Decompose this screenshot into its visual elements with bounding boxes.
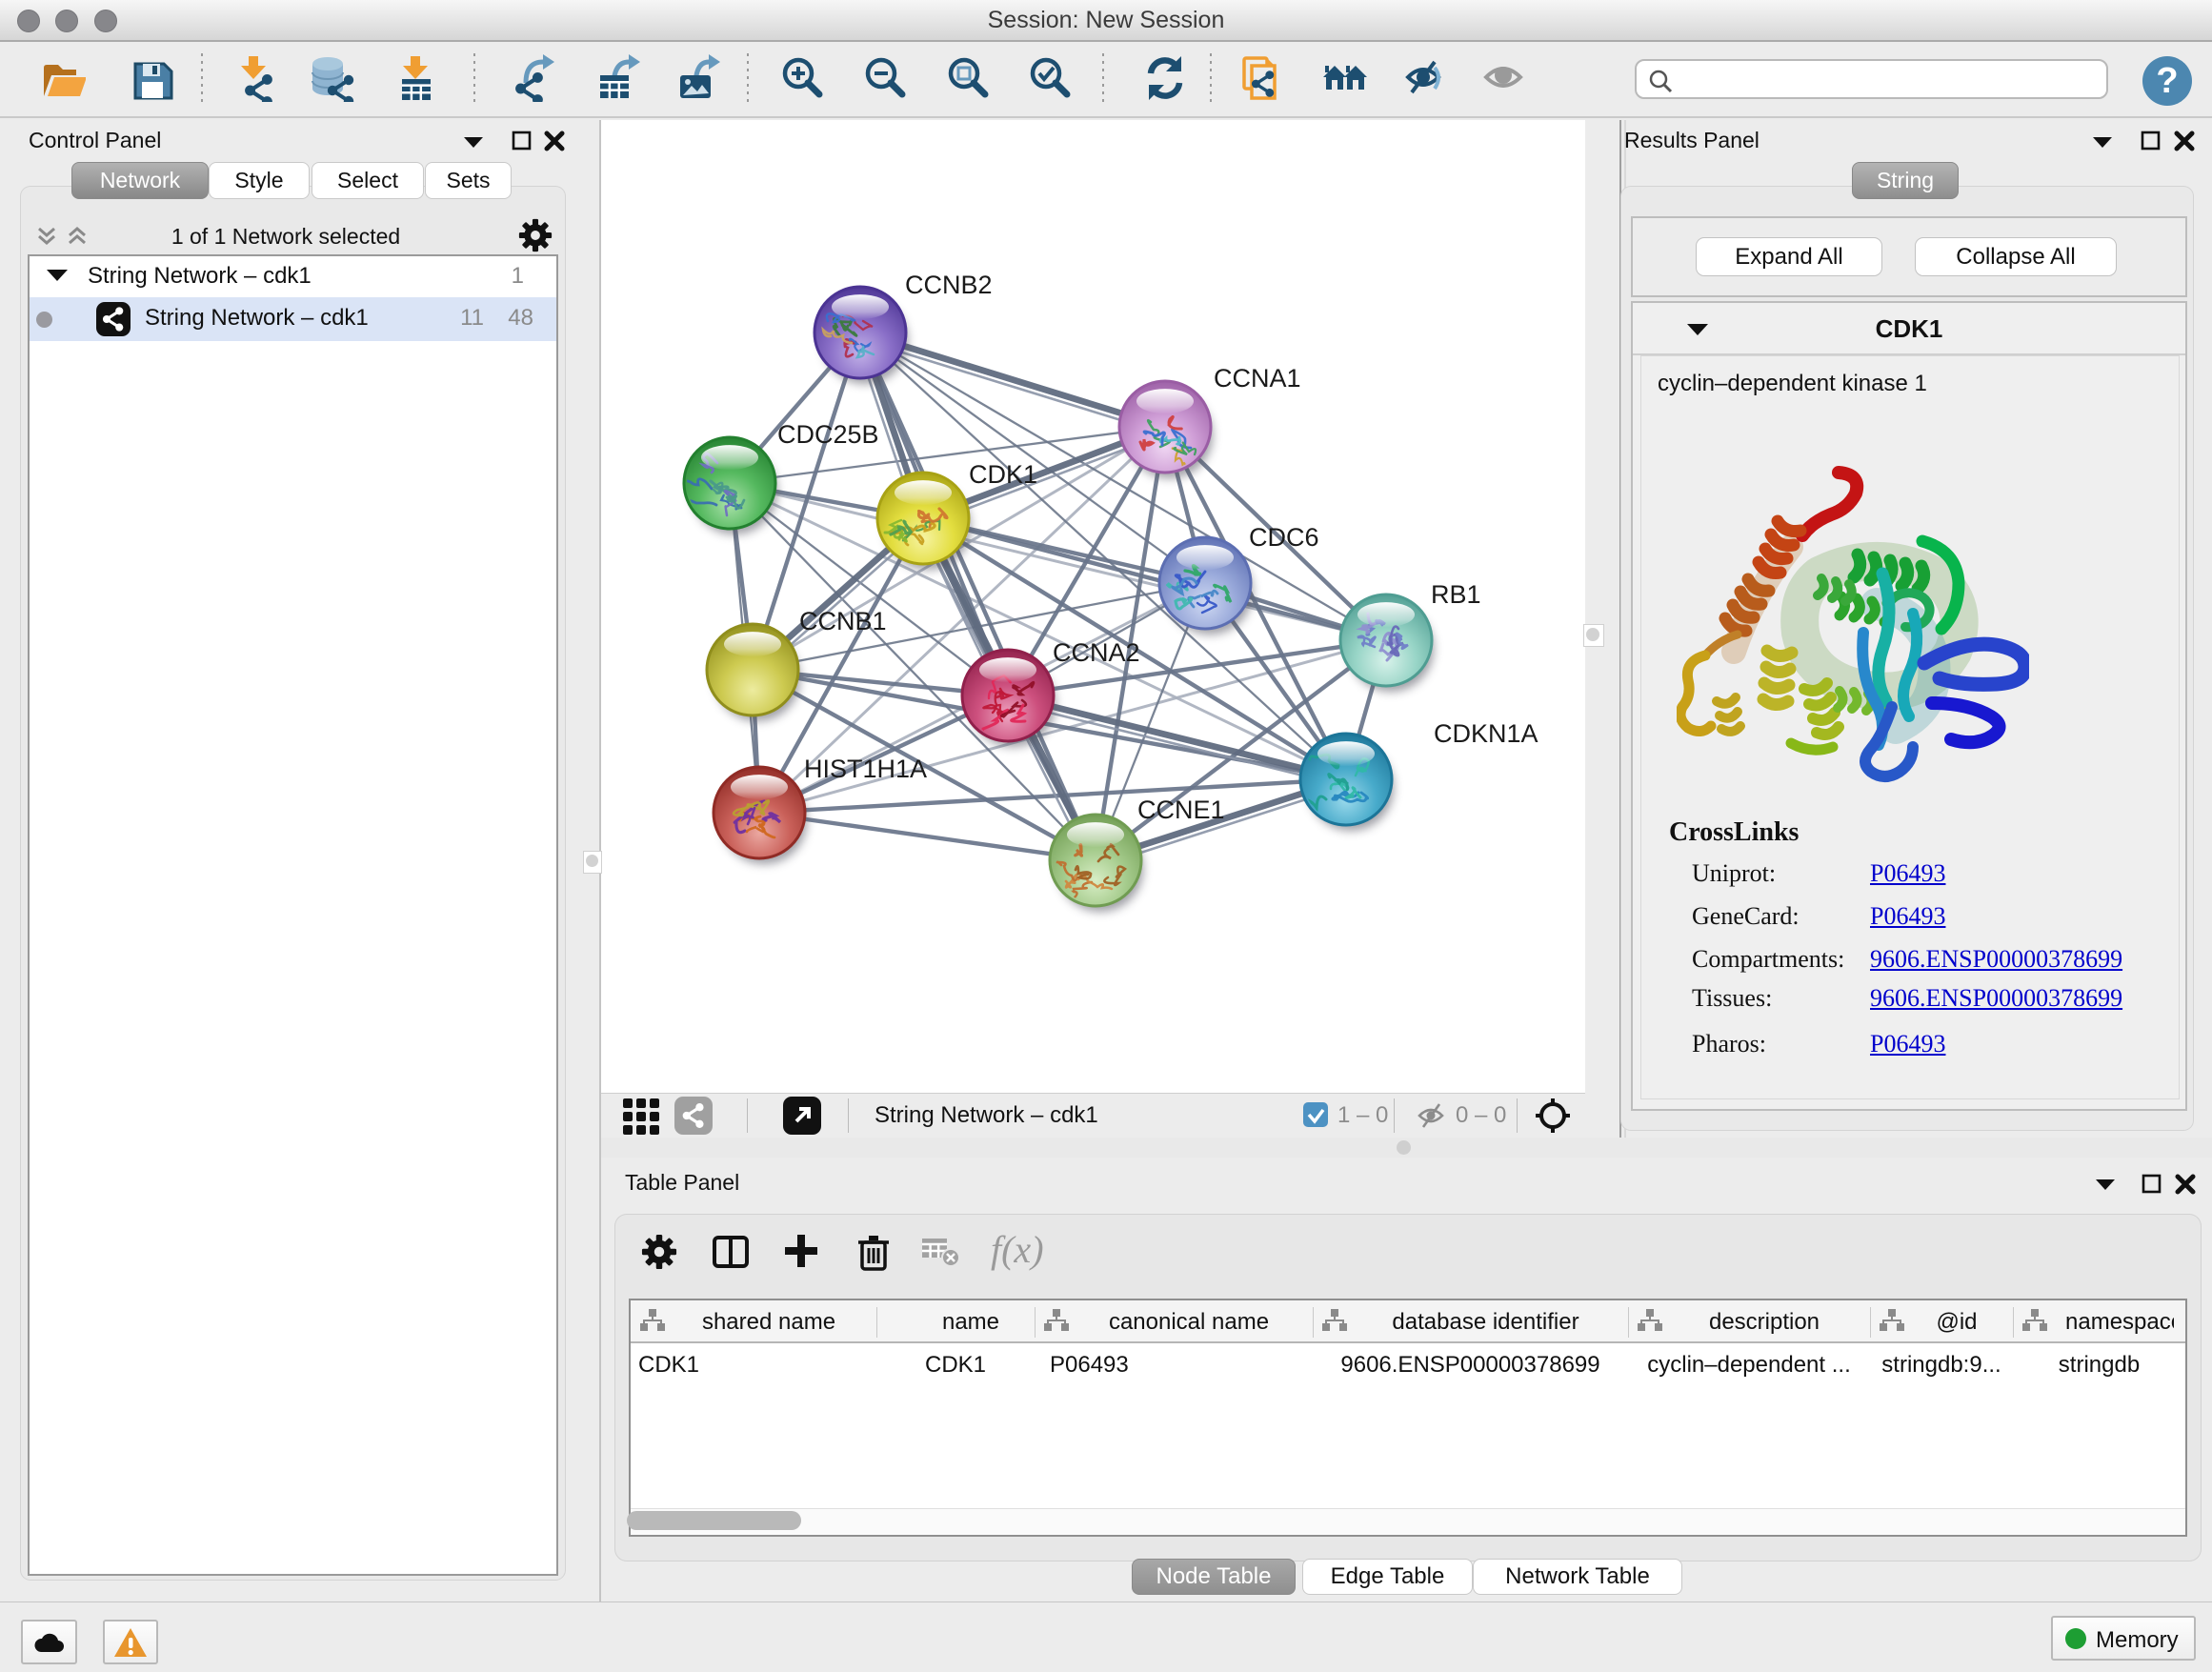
svg-text:CCNA2: CCNA2: [1053, 638, 1140, 667]
svg-text:CCNB2: CCNB2: [905, 271, 993, 299]
svg-text:CCNE1: CCNE1: [1137, 796, 1225, 824]
svg-text:CDC25B: CDC25B: [777, 420, 879, 449]
svg-text:CCNB1: CCNB1: [799, 607, 887, 635]
svg-text:CDK1: CDK1: [969, 460, 1037, 489]
svg-text:RB1: RB1: [1431, 580, 1481, 609]
svg-text:CDC6: CDC6: [1249, 523, 1319, 552]
svg-text:CDKN1A: CDKN1A: [1434, 719, 1538, 748]
svg-text:HIST1H1A: HIST1H1A: [804, 755, 927, 783]
svg-text:CCNA1: CCNA1: [1214, 364, 1301, 393]
